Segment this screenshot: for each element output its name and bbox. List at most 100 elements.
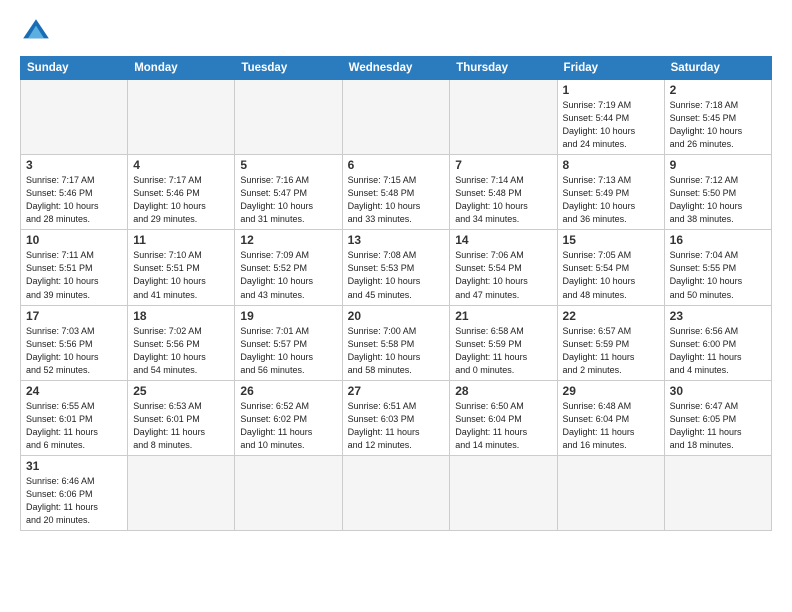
calendar-cell: 2 Sunrise: 7:18 AMSunset: 5:45 PMDaylight… <box>664 80 771 155</box>
calendar-cell: 25 Sunrise: 6:53 AMSunset: 6:01 PMDayligh… <box>128 380 235 455</box>
day-number: 16 <box>670 233 766 247</box>
day-info: Sunrise: 7:15 AMSunset: 5:48 PMDaylight:… <box>348 174 445 226</box>
calendar-cell: 30 Sunrise: 6:47 AMSunset: 6:05 PMDayligh… <box>664 380 771 455</box>
day-number: 27 <box>348 384 445 398</box>
calendar-cell: 8 Sunrise: 7:13 AMSunset: 5:49 PMDaylight… <box>557 155 664 230</box>
weekday-header-thursday: Thursday <box>450 57 557 80</box>
day-number: 14 <box>455 233 551 247</box>
weekday-header-wednesday: Wednesday <box>342 57 450 80</box>
logo <box>20 16 56 48</box>
day-number: 25 <box>133 384 229 398</box>
day-info: Sunrise: 7:08 AMSunset: 5:53 PMDaylight:… <box>348 249 445 301</box>
day-number: 7 <box>455 158 551 172</box>
week-row-1: 1 Sunrise: 7:19 AMSunset: 5:44 PMDaylight… <box>21 80 772 155</box>
day-info: Sunrise: 6:46 AMSunset: 6:06 PMDaylight:… <box>26 475 122 527</box>
day-number: 28 <box>455 384 551 398</box>
day-info: Sunrise: 6:57 AMSunset: 5:59 PMDaylight:… <box>563 325 659 377</box>
calendar-cell <box>450 455 557 530</box>
day-number: 21 <box>455 309 551 323</box>
calendar-cell <box>557 455 664 530</box>
calendar-cell <box>128 80 235 155</box>
calendar-cell: 24 Sunrise: 6:55 AMSunset: 6:01 PMDayligh… <box>21 380 128 455</box>
day-info: Sunrise: 7:19 AMSunset: 5:44 PMDaylight:… <box>563 99 659 151</box>
day-info: Sunrise: 7:00 AMSunset: 5:58 PMDaylight:… <box>348 325 445 377</box>
calendar-cell <box>664 455 771 530</box>
day-info: Sunrise: 7:04 AMSunset: 5:55 PMDaylight:… <box>670 249 766 301</box>
day-info: Sunrise: 7:11 AMSunset: 5:51 PMDaylight:… <box>26 249 122 301</box>
day-number: 17 <box>26 309 122 323</box>
day-info: Sunrise: 7:14 AMSunset: 5:48 PMDaylight:… <box>455 174 551 226</box>
day-info: Sunrise: 7:13 AMSunset: 5:49 PMDaylight:… <box>563 174 659 226</box>
day-number: 22 <box>563 309 659 323</box>
day-number: 9 <box>670 158 766 172</box>
calendar: SundayMondayTuesdayWednesdayThursdayFrid… <box>20 56 772 531</box>
day-info: Sunrise: 6:47 AMSunset: 6:05 PMDaylight:… <box>670 400 766 452</box>
day-number: 5 <box>240 158 336 172</box>
day-number: 6 <box>348 158 445 172</box>
logo-icon <box>20 16 52 48</box>
day-number: 13 <box>348 233 445 247</box>
day-info: Sunrise: 7:17 AMSunset: 5:46 PMDaylight:… <box>26 174 122 226</box>
calendar-cell: 10 Sunrise: 7:11 AMSunset: 5:51 PMDayligh… <box>21 230 128 305</box>
calendar-cell: 28Sunrise: 6:50 AMSunset: 6:04 PMDayligh… <box>450 380 557 455</box>
weekday-header-monday: Monday <box>128 57 235 80</box>
day-number: 11 <box>133 233 229 247</box>
calendar-cell: 27 Sunrise: 6:51 AMSunset: 6:03 PMDayligh… <box>342 380 450 455</box>
day-info: Sunrise: 6:53 AMSunset: 6:01 PMDaylight:… <box>133 400 229 452</box>
week-row-5: 24 Sunrise: 6:55 AMSunset: 6:01 PMDayligh… <box>21 380 772 455</box>
day-info: Sunrise: 6:55 AMSunset: 6:01 PMDaylight:… <box>26 400 122 452</box>
calendar-cell: 7 Sunrise: 7:14 AMSunset: 5:48 PMDaylight… <box>450 155 557 230</box>
weekday-header-friday: Friday <box>557 57 664 80</box>
calendar-cell <box>128 455 235 530</box>
week-row-3: 10 Sunrise: 7:11 AMSunset: 5:51 PMDayligh… <box>21 230 772 305</box>
calendar-cell: 20 Sunrise: 7:00 AMSunset: 5:58 PMDayligh… <box>342 305 450 380</box>
calendar-cell: 14Sunrise: 7:06 AMSunset: 5:54 PMDayligh… <box>450 230 557 305</box>
header <box>20 16 772 48</box>
day-number: 1 <box>563 83 659 97</box>
day-number: 4 <box>133 158 229 172</box>
calendar-cell <box>450 80 557 155</box>
day-info: Sunrise: 6:56 AMSunset: 6:00 PMDaylight:… <box>670 325 766 377</box>
day-info: Sunrise: 6:48 AMSunset: 6:04 PMDaylight:… <box>563 400 659 452</box>
calendar-cell: 3Sunrise: 7:17 AMSunset: 5:46 PMDaylight… <box>21 155 128 230</box>
calendar-cell: 23 Sunrise: 6:56 AMSunset: 6:00 PMDayligh… <box>664 305 771 380</box>
weekday-header-row: SundayMondayTuesdayWednesdayThursdayFrid… <box>21 57 772 80</box>
day-number: 19 <box>240 309 336 323</box>
day-number: 15 <box>563 233 659 247</box>
day-number: 30 <box>670 384 766 398</box>
weekday-header-saturday: Saturday <box>664 57 771 80</box>
calendar-cell: 9Sunrise: 7:12 AMSunset: 5:50 PMDaylight… <box>664 155 771 230</box>
day-number: 23 <box>670 309 766 323</box>
weekday-header-tuesday: Tuesday <box>235 57 342 80</box>
calendar-cell: 17Sunrise: 7:03 AMSunset: 5:56 PMDayligh… <box>21 305 128 380</box>
day-info: Sunrise: 7:18 AMSunset: 5:45 PMDaylight:… <box>670 99 766 151</box>
day-info: Sunrise: 6:51 AMSunset: 6:03 PMDaylight:… <box>348 400 445 452</box>
calendar-cell <box>235 455 342 530</box>
calendar-cell: 11 Sunrise: 7:10 AMSunset: 5:51 PMDayligh… <box>128 230 235 305</box>
calendar-cell: 31Sunrise: 6:46 AMSunset: 6:06 PMDayligh… <box>21 455 128 530</box>
day-number: 29 <box>563 384 659 398</box>
day-number: 20 <box>348 309 445 323</box>
day-number: 2 <box>670 83 766 97</box>
week-row-2: 3Sunrise: 7:17 AMSunset: 5:46 PMDaylight… <box>21 155 772 230</box>
day-number: 18 <box>133 309 229 323</box>
day-number: 10 <box>26 233 122 247</box>
calendar-cell <box>235 80 342 155</box>
week-row-4: 17Sunrise: 7:03 AMSunset: 5:56 PMDayligh… <box>21 305 772 380</box>
calendar-cell: 5Sunrise: 7:16 AMSunset: 5:47 PMDaylight… <box>235 155 342 230</box>
calendar-cell: 6 Sunrise: 7:15 AMSunset: 5:48 PMDaylight… <box>342 155 450 230</box>
calendar-cell: 18Sunrise: 7:02 AMSunset: 5:56 PMDayligh… <box>128 305 235 380</box>
calendar-cell: 16 Sunrise: 7:04 AMSunset: 5:55 PMDayligh… <box>664 230 771 305</box>
day-number: 24 <box>26 384 122 398</box>
calendar-cell: 19Sunrise: 7:01 AMSunset: 5:57 PMDayligh… <box>235 305 342 380</box>
page: SundayMondayTuesdayWednesdayThursdayFrid… <box>0 0 792 541</box>
day-info: Sunrise: 6:52 AMSunset: 6:02 PMDaylight:… <box>240 400 336 452</box>
week-row-6: 31Sunrise: 6:46 AMSunset: 6:06 PMDayligh… <box>21 455 772 530</box>
calendar-cell: 1 Sunrise: 7:19 AMSunset: 5:44 PMDaylight… <box>557 80 664 155</box>
day-info: Sunrise: 7:05 AMSunset: 5:54 PMDaylight:… <box>563 249 659 301</box>
calendar-cell: 26 Sunrise: 6:52 AMSunset: 6:02 PMDayligh… <box>235 380 342 455</box>
day-info: Sunrise: 7:10 AMSunset: 5:51 PMDaylight:… <box>133 249 229 301</box>
day-number: 26 <box>240 384 336 398</box>
day-info: Sunrise: 7:17 AMSunset: 5:46 PMDaylight:… <box>133 174 229 226</box>
day-number: 8 <box>563 158 659 172</box>
